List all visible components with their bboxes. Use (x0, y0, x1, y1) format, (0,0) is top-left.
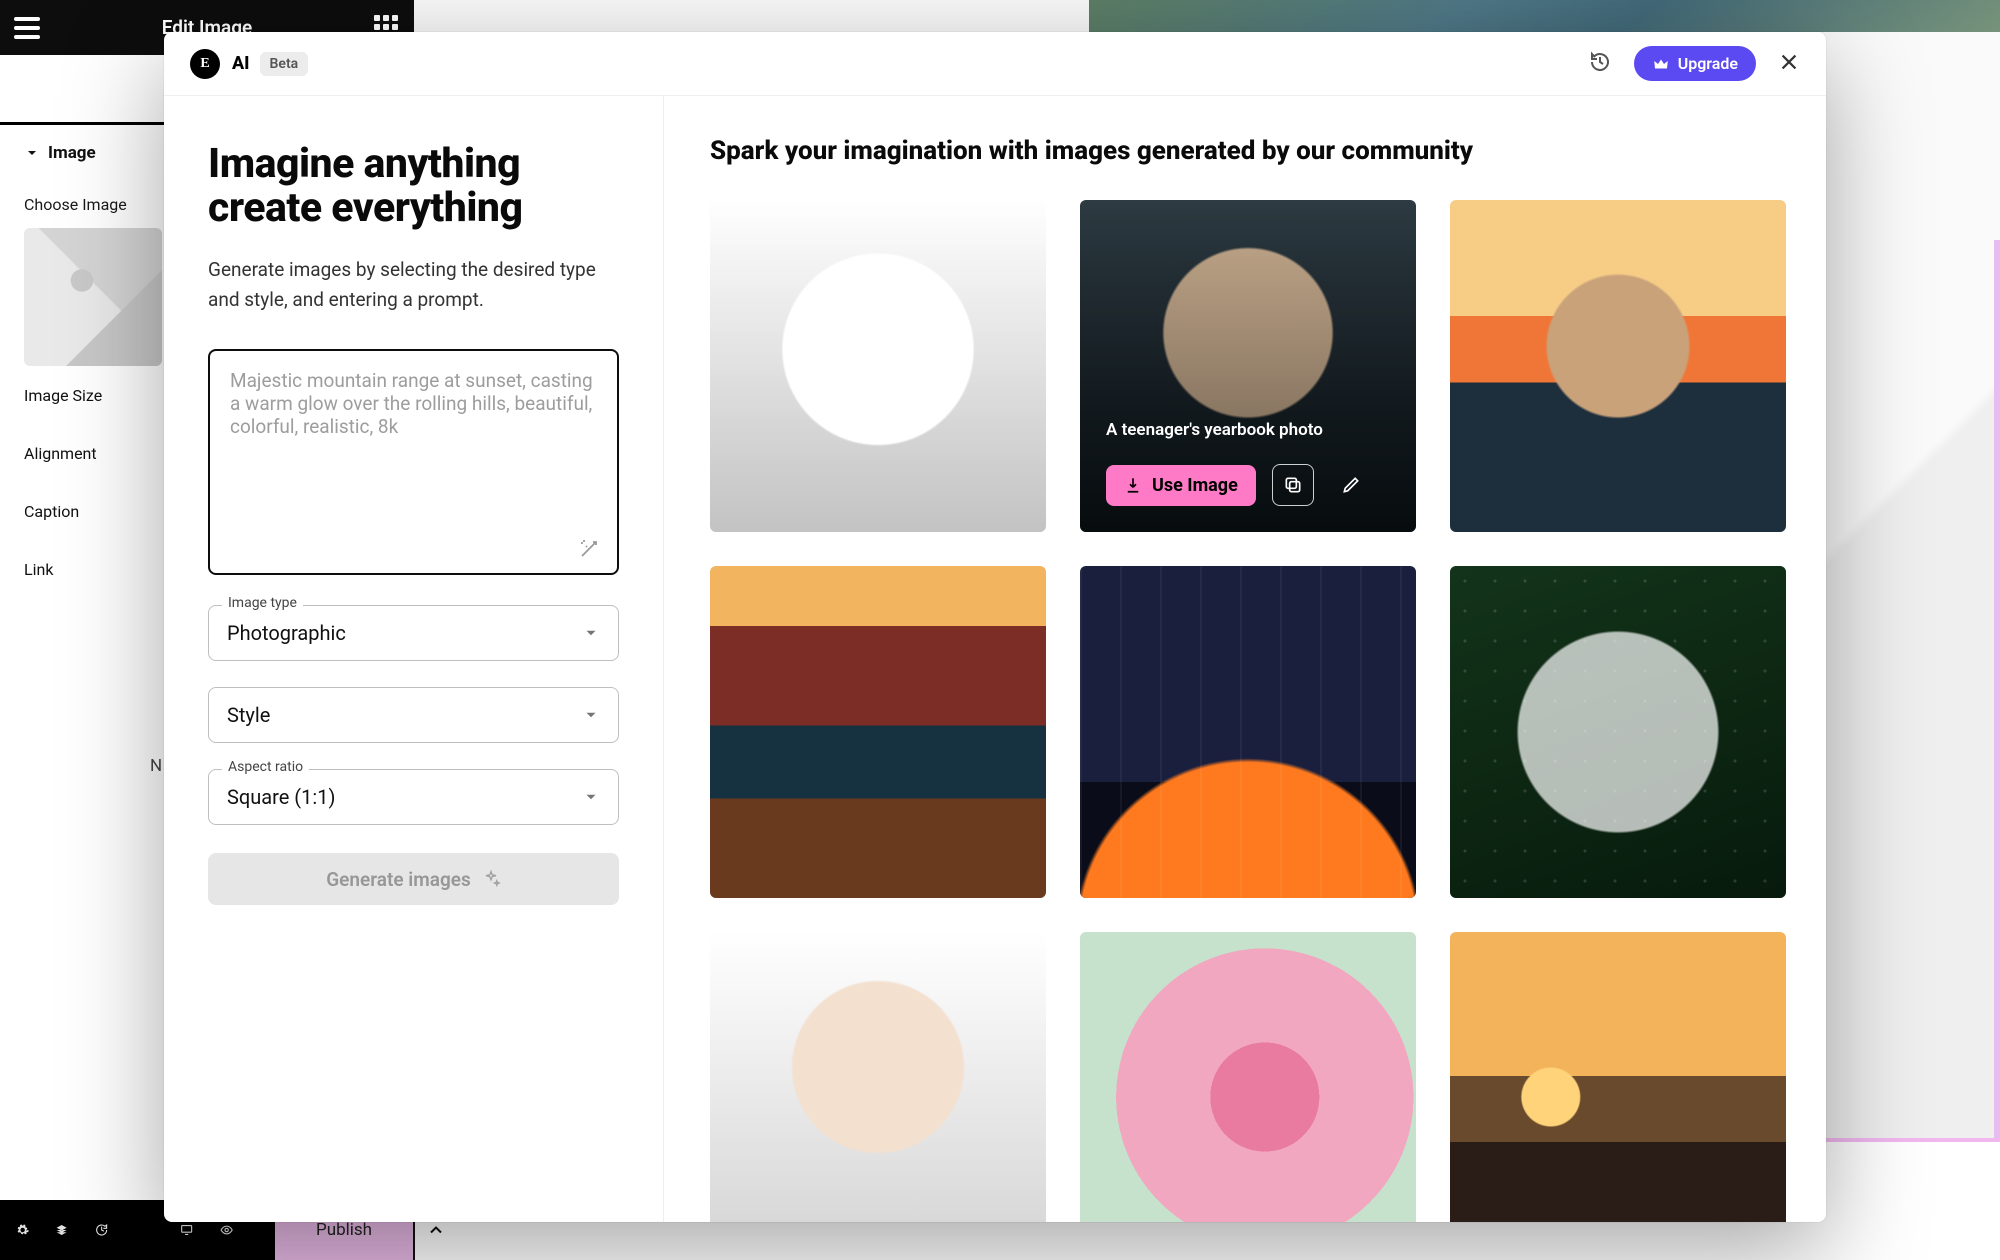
gallery-title: Spark your imagination with images gener… (710, 136, 1780, 166)
ai-label: AI (232, 53, 250, 74)
chevron-up-icon (426, 1220, 446, 1240)
prompt-column: Imagine anything create everything Gener… (164, 96, 664, 1222)
prompt-input[interactable] (208, 349, 619, 575)
prompt-wrap (208, 315, 619, 579)
generated-image (710, 200, 1046, 532)
field-label: Alignment (24, 444, 97, 463)
gear-icon[interactable] (16, 1219, 29, 1241)
generated-image (1450, 200, 1786, 532)
enhance-prompt-button[interactable] (577, 537, 601, 565)
pencil-icon (1341, 475, 1361, 495)
select-value: Square (1:1) (227, 785, 335, 809)
hover-caption: A teenager's yearbook photo (1106, 420, 1390, 440)
layers-icon[interactable] (55, 1219, 68, 1241)
gallery-item[interactable] (1450, 932, 1786, 1222)
sparkle-icon (481, 869, 501, 889)
responsive-icon[interactable] (180, 1219, 193, 1241)
accordion-label: Image (48, 143, 96, 163)
gallery-column: Spark your imagination with images gener… (664, 96, 1826, 1222)
elementor-logo-icon: E (190, 49, 220, 79)
hamburger-icon[interactable] (14, 17, 40, 39)
hover-actions: Use Image (1106, 464, 1372, 506)
close-icon (1778, 51, 1800, 73)
gallery-item[interactable] (1080, 566, 1416, 898)
gallery-item[interactable] (710, 200, 1046, 532)
use-image-button[interactable]: Use Image (1106, 465, 1256, 506)
image-type-select[interactable]: Image type Photographic (208, 605, 619, 661)
upgrade-label: Upgrade (1678, 54, 1738, 73)
field-label: Image Size (24, 386, 102, 405)
generated-image (1450, 566, 1786, 898)
generate-button[interactable]: Generate images (208, 853, 619, 905)
beta-badge: Beta (260, 52, 309, 76)
select-label: Image type (222, 595, 303, 611)
generated-image (710, 566, 1046, 898)
modal-subheading: Generate images by selecting the desired… (208, 255, 619, 316)
modal-header: E AI Beta Upgrade (164, 32, 1826, 96)
caret-down-icon (582, 788, 600, 806)
generated-image (1450, 932, 1786, 1222)
gallery-item-hovered[interactable]: A teenager's yearbook photo Use Image (1080, 200, 1416, 532)
generate-label: Generate images (326, 868, 471, 891)
select-value: Style (227, 703, 270, 727)
caret-down-icon (582, 706, 600, 724)
style-select[interactable]: Style (208, 687, 619, 743)
history-icon (1588, 50, 1612, 74)
copy-button[interactable] (1272, 464, 1314, 506)
crown-icon (1652, 55, 1670, 73)
caret-down-icon (582, 624, 600, 642)
use-image-label: Use Image (1152, 475, 1238, 496)
generated-image (1080, 932, 1416, 1222)
copy-icon (1283, 475, 1303, 495)
history-icon[interactable] (95, 1219, 108, 1241)
edit-button[interactable] (1330, 464, 1372, 506)
close-button[interactable] (1778, 51, 1800, 77)
magic-wand-icon (577, 537, 601, 561)
download-icon (1124, 476, 1142, 494)
generated-image (710, 932, 1046, 1222)
field-label: Link (24, 560, 53, 579)
select-label: Aspect ratio (222, 759, 309, 775)
history-button[interactable] (1588, 50, 1612, 78)
image-placeholder-thumb[interactable] (24, 228, 162, 366)
generated-image (1080, 566, 1416, 898)
select-value: Photographic (227, 621, 346, 645)
gallery-item[interactable] (710, 566, 1046, 898)
stray-letter: N (150, 756, 162, 776)
gallery-item[interactable] (1450, 566, 1786, 898)
gallery-item[interactable] (1450, 200, 1786, 532)
field-label: Caption (24, 502, 79, 521)
upgrade-button[interactable]: Upgrade (1634, 46, 1756, 81)
gallery-grid: A teenager's yearbook photo Use Image (710, 200, 1780, 1222)
modal-heading: Imagine anything create everything (208, 142, 619, 231)
caret-down-icon (24, 145, 40, 161)
gallery-item[interactable] (710, 932, 1046, 1222)
eye-icon[interactable] (220, 1219, 233, 1241)
gallery-item[interactable] (1080, 932, 1416, 1222)
canvas-preview-strip (1089, 0, 2000, 32)
ai-modal: E AI Beta Upgrade Imagine anything creat… (164, 32, 1826, 1222)
aspect-ratio-select[interactable]: Aspect ratio Square (1:1) (208, 769, 619, 825)
modal-body: Imagine anything create everything Gener… (164, 96, 1826, 1222)
